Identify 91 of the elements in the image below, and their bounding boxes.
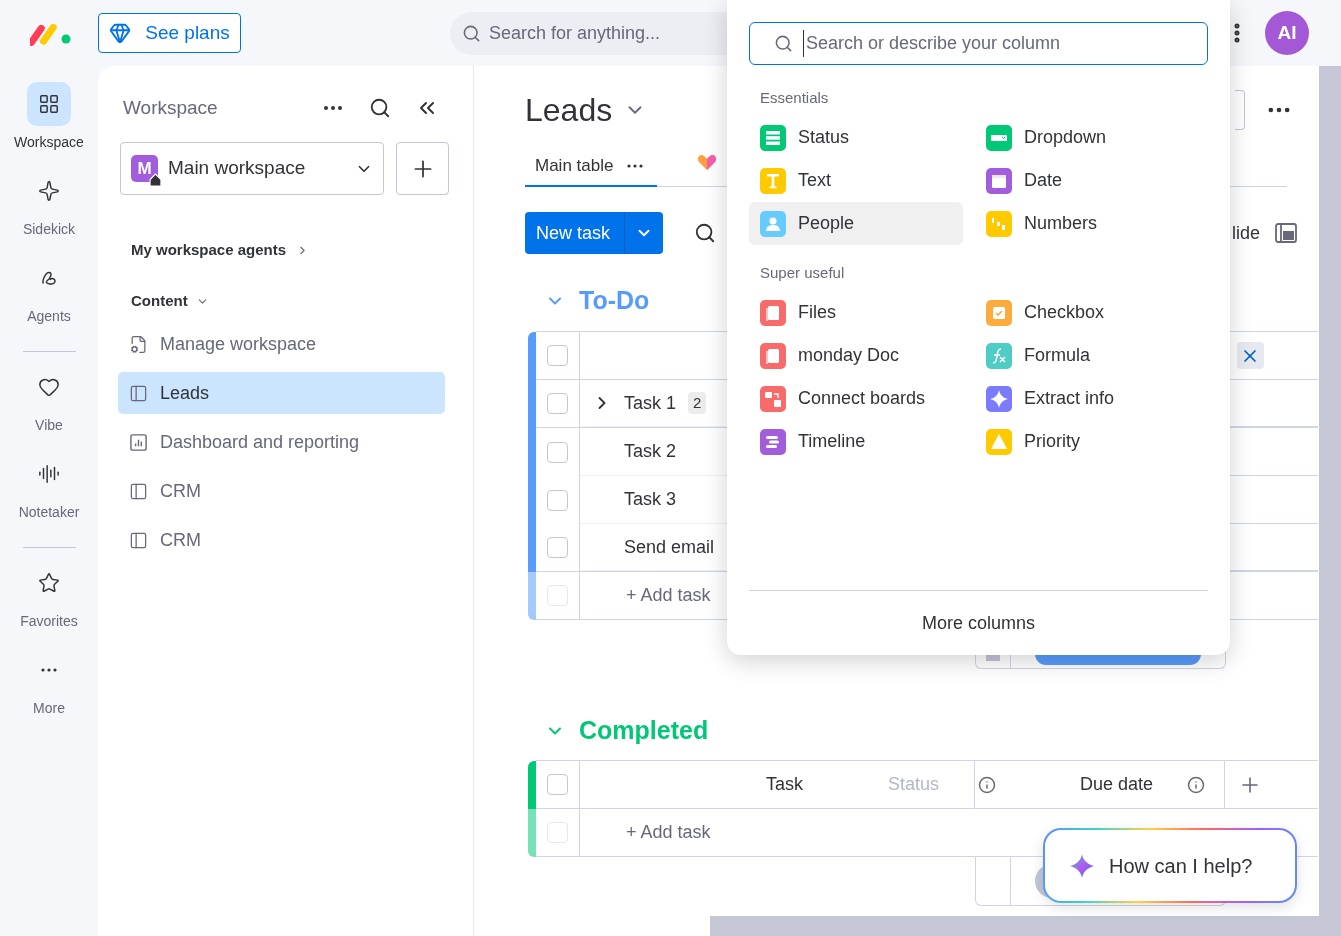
column-type-option[interactable]: Checkbox (975, 291, 1209, 334)
view-tab[interactable]: Main table (525, 146, 657, 187)
info-icon[interactable] (1187, 775, 1206, 794)
column-type-option[interactable]: Extract info (975, 377, 1209, 420)
sidebar-item[interactable]: Leads (118, 372, 445, 414)
user-avatar[interactable]: AI (1265, 11, 1309, 55)
toolbar-label[interactable]: lide (1231, 219, 1260, 247)
row-checkbox[interactable] (547, 345, 568, 366)
heart-icon (38, 376, 60, 398)
task-name[interactable]: Task 2 (624, 438, 677, 465)
panel-icon[interactable] (1275, 223, 1297, 243)
rail-item[interactable]: Notetaker (4, 452, 94, 521)
see-plans-button[interactable]: See plans (98, 13, 241, 53)
settings-icon (129, 334, 148, 354)
column-search-input[interactable]: Search or describe your column (803, 30, 1183, 57)
board-title: Leads (525, 91, 613, 130)
rail-item[interactable]: Sidekick (4, 169, 94, 238)
sidebar-item[interactable]: CRM (118, 470, 445, 512)
rail-item[interactable]: Favorites (4, 561, 94, 630)
section-heading: Super useful (760, 265, 846, 281)
rail-label: Sidekick (22, 220, 76, 238)
assistant-prompt-button[interactable]: How can I help? (1043, 828, 1297, 903)
board-icon (129, 383, 148, 403)
rail-item[interactable]: Vibe (4, 365, 94, 434)
row-checkbox[interactable] (547, 441, 568, 463)
board-icon (129, 481, 148, 501)
column-header[interactable]: Task (766, 771, 803, 798)
section-heading: Essentials (760, 90, 830, 106)
column-type-option[interactable]: Text (749, 159, 963, 202)
row-checkbox[interactable] (547, 489, 568, 511)
column-type-option[interactable]: People (749, 202, 963, 245)
star-icon (38, 572, 60, 594)
subitem-count[interactable]: 2 (688, 391, 707, 415)
column-header[interactable]: Due date (1080, 771, 1154, 798)
new-task-button[interactable]: New task (525, 212, 663, 254)
search-icon[interactable] (369, 97, 391, 119)
sidebar-item[interactable]: Manage workspace (118, 323, 445, 365)
more-icon (40, 668, 58, 672)
agents-link[interactable]: My workspace agents (131, 238, 287, 262)
chart-icon (129, 432, 148, 452)
add-task-field[interactable]: + Add task (626, 582, 711, 609)
sidebar-item[interactable]: CRM (118, 519, 445, 561)
diamond-icon (109, 22, 132, 44)
add-task-field[interactable]: + Add task (626, 819, 711, 846)
rail-label: Workspace (14, 133, 84, 151)
sidebar-title: Workspace (123, 95, 218, 120)
column-type-option[interactable]: Priority (975, 420, 1209, 463)
row-checkbox[interactable] (547, 774, 568, 795)
board-icon (129, 530, 148, 550)
workspace-name: Main workspace (168, 156, 307, 181)
more-columns-link[interactable]: More columns (921, 609, 1035, 637)
rail-item[interactable]: More (4, 648, 94, 717)
column-type-option[interactable]: Numbers (975, 202, 1209, 245)
sparkle-icon (38, 180, 60, 202)
column-type-option[interactable]: Date (975, 159, 1209, 202)
add-button[interactable] (396, 142, 449, 195)
rail-label: Agents (27, 307, 71, 325)
row-checkbox[interactable] (547, 537, 568, 558)
search-icon (462, 23, 481, 43)
column-type-option[interactable]: Dropdown (975, 116, 1209, 159)
task-name[interactable]: Task 3 (624, 486, 677, 513)
sidebar-item[interactable]: Dashboard and reporting (118, 421, 445, 463)
row-checkbox[interactable] (547, 393, 568, 414)
rail-label: More (33, 699, 65, 717)
sound-wave-icon (38, 463, 60, 485)
rail-label: Vibe (35, 416, 63, 434)
search-icon (774, 34, 793, 53)
more-icon (627, 163, 644, 168)
grid-icon (38, 93, 60, 115)
close-button[interactable] (1236, 342, 1264, 369)
rail-label: Favorites (20, 612, 78, 630)
workspace-select[interactable]: M Main workspace (120, 142, 384, 195)
column-type-option[interactable]: Formula (975, 334, 1209, 377)
home-icon (149, 173, 162, 186)
task-name[interactable]: Send email (624, 533, 715, 561)
column-search-field[interactable]: Search or describe your column (749, 22, 1208, 65)
column-header: Status (888, 773, 940, 796)
column-type-option[interactable]: Timeline (749, 420, 963, 463)
search-input[interactable]: Search for anything... (489, 19, 749, 47)
heart-icon[interactable] (697, 153, 717, 171)
column-type-option[interactable]: Connect boards (749, 377, 963, 420)
section-label[interactable]: Content (131, 289, 188, 313)
task-name[interactable]: Task 1 (624, 389, 677, 417)
rail-item[interactable]: Workspace (4, 82, 94, 151)
rail-label: Notetaker (18, 503, 80, 521)
rail-item[interactable]: Agents (4, 256, 94, 325)
column-type-option[interactable]: Status (749, 116, 963, 159)
column-type-option[interactable]: Files (749, 291, 963, 334)
info-icon[interactable] (978, 775, 996, 794)
column-type-option[interactable]: monday Doc (749, 334, 963, 377)
search-icon[interactable] (694, 222, 716, 244)
